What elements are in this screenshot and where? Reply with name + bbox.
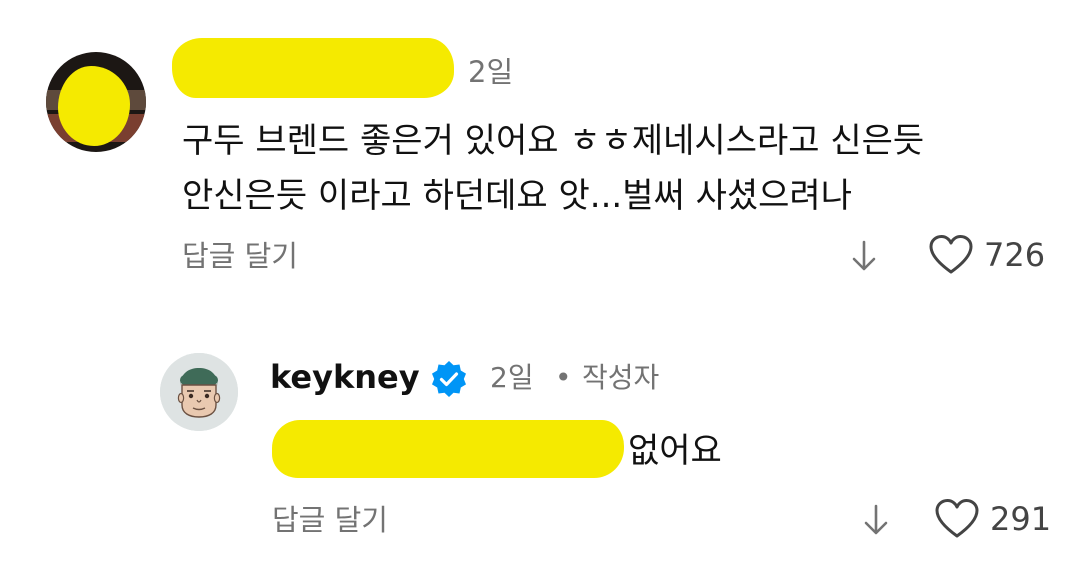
comment-text: 구두 브렌드 좋은거 있어요 ㅎㅎ제네시스라고 신은듯 안신은듯 이라고 하던데… [182,114,1042,224]
author-badge: 작성자 [582,361,660,394]
arrow-down-icon[interactable] [858,500,894,544]
like-count: 291 [990,500,1052,538]
redacted-text [272,420,624,478]
heart-outline-icon[interactable] [928,234,974,280]
comment-timestamp: 2일 [490,361,534,394]
avatar[interactable] [46,52,146,152]
reply-button[interactable]: 답글 달기 [272,502,388,538]
comment-text: 없어요 [628,431,722,471]
separator-dot: • [555,361,572,394]
reply-button[interactable]: 답글 달기 [182,238,298,274]
comment-text-line: 구두 브렌드 좋은거 있어요 ㅎㅎ제네시스라고 신은듯 [182,121,925,161]
arrow-down-icon[interactable] [846,236,882,280]
redaction-mark [58,66,130,146]
avatar[interactable] [160,353,238,431]
comment-timestamp: 2일 [468,55,514,89]
heart-outline-icon[interactable] [934,498,980,544]
redacted-username [172,38,454,98]
like-count: 726 [984,236,1046,274]
verified-badge-icon [429,359,469,403]
comment-text-line: 안신은듯 이라고 하던데요 앗...벌써 사셨으려나 [182,176,852,216]
character-face-icon [160,353,238,431]
username[interactable]: keykney [270,357,420,397]
